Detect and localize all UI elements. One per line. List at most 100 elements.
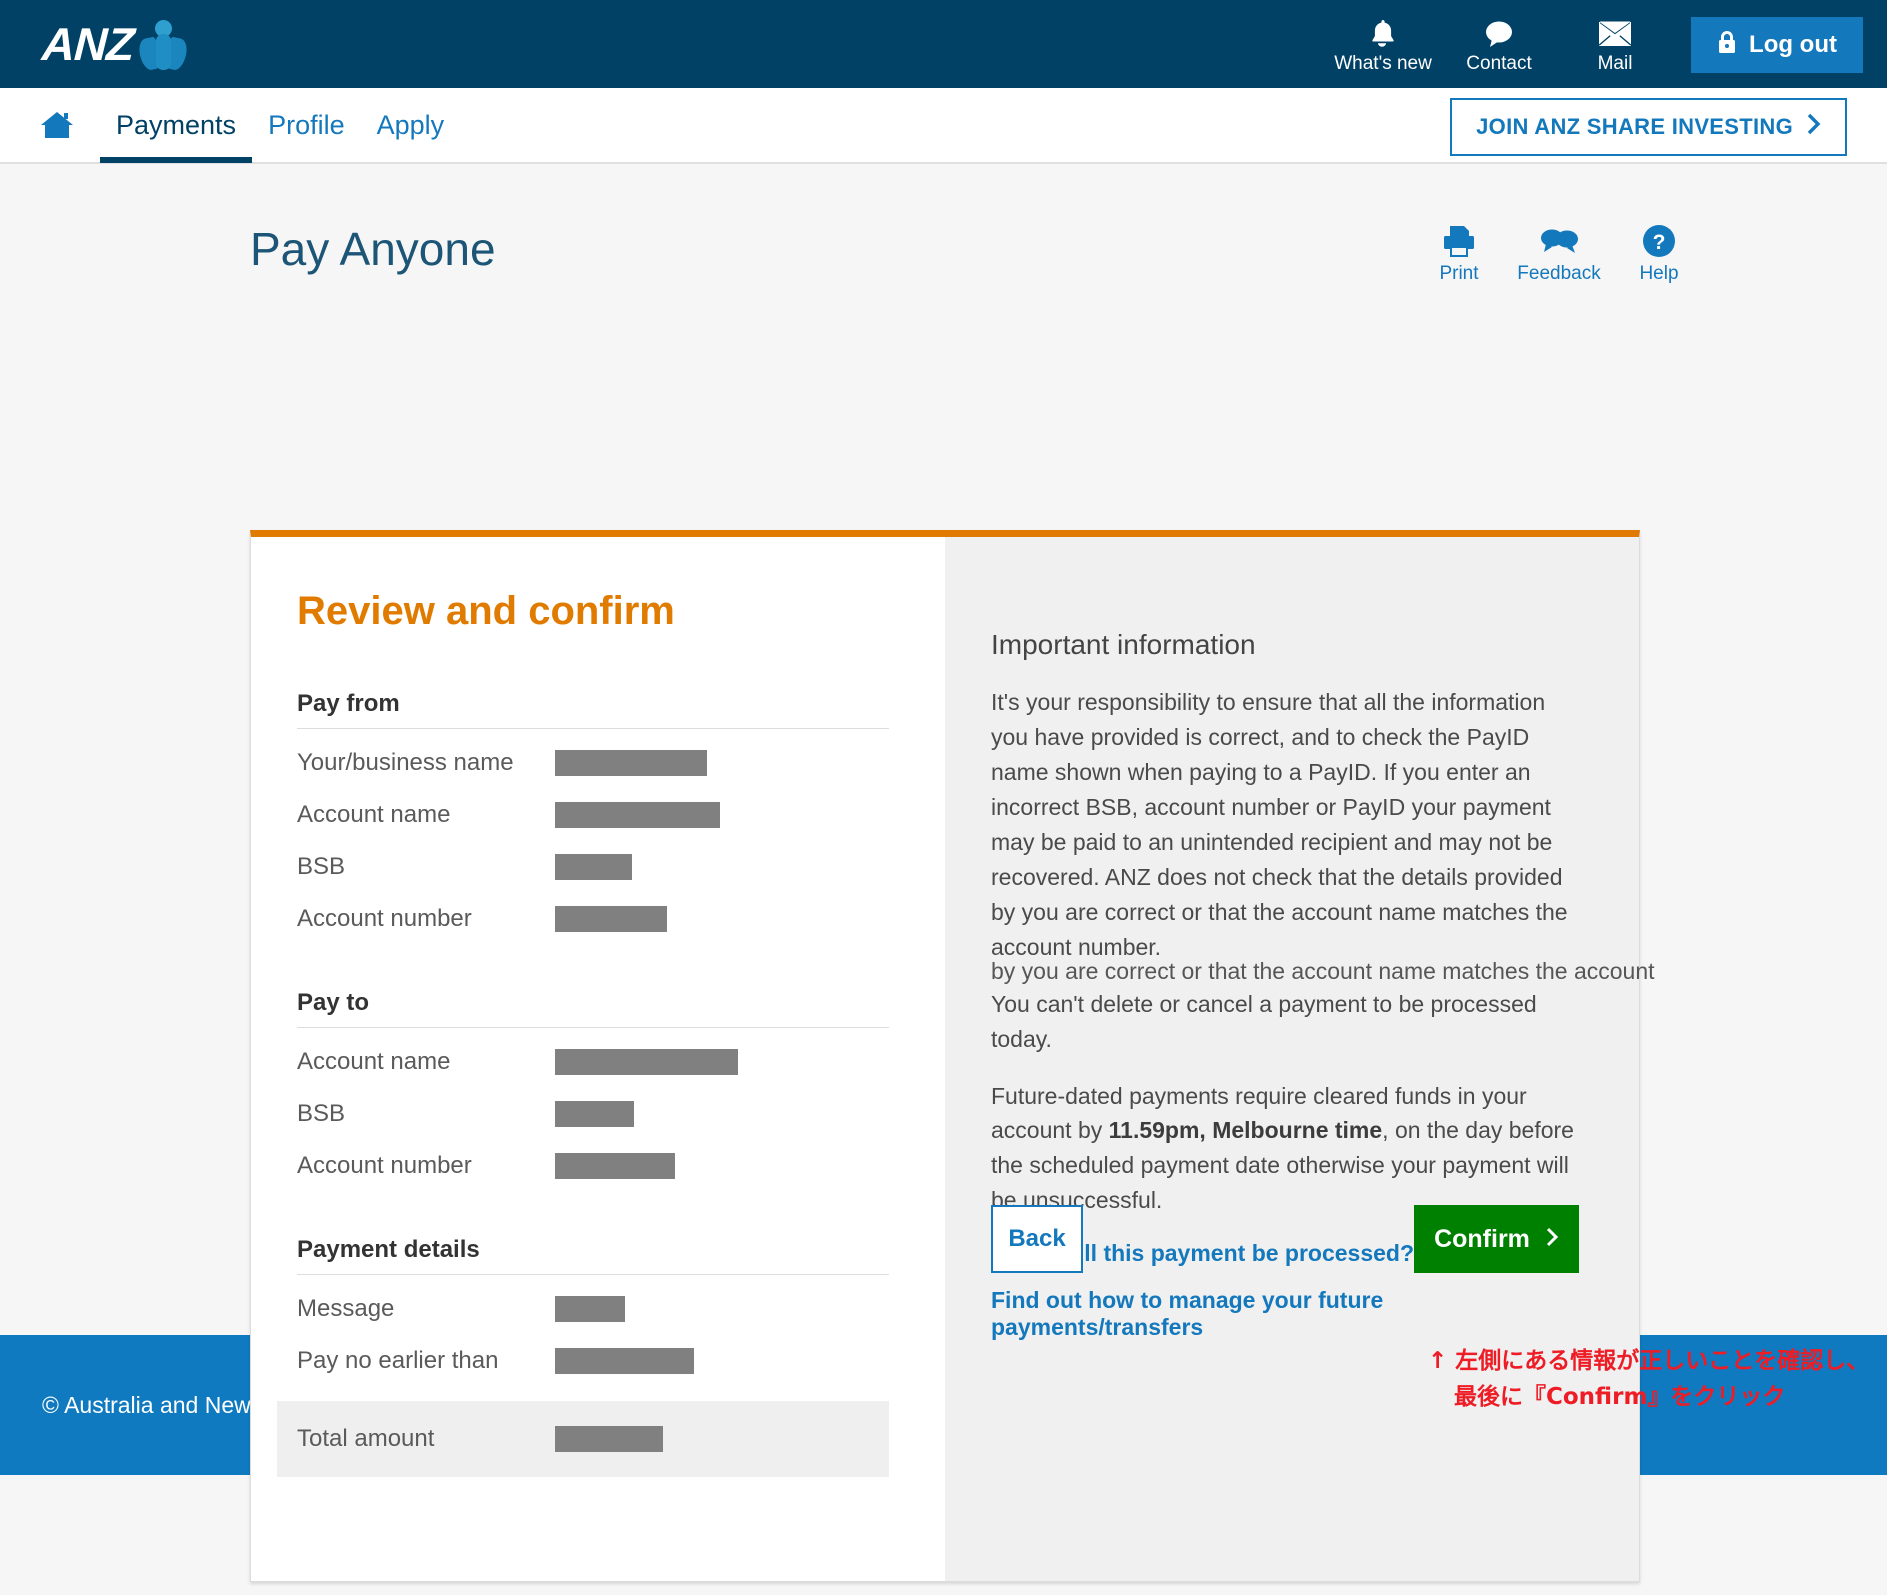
redacted-value	[555, 1426, 663, 1452]
join-anz-share-investing-button[interactable]: JOIN ANZ SHARE INVESTING	[1450, 98, 1847, 156]
annotation-line-1: ↑ 左側にある情報が正しいことを確認し、	[1428, 1348, 1870, 1374]
section-pay-to: Pay to Account name BSB Account number	[297, 989, 889, 1192]
confirm-button[interactable]: Confirm	[1414, 1205, 1579, 1273]
nav-links: Payments Profile Apply	[100, 87, 460, 163]
field-label: Your/business name	[297, 749, 514, 776]
field-label: Pay no earlier than	[297, 1347, 499, 1374]
print-label: Print	[1439, 263, 1479, 284]
section-title: Payment details	[297, 1236, 480, 1263]
annotation-line-2: 最後に『Confirm』をクリック	[1454, 1383, 1786, 1410]
redacted-value	[555, 750, 707, 776]
logout-label: Log out	[1749, 31, 1837, 58]
printer-icon	[1441, 222, 1477, 260]
chevron-right-icon	[1807, 113, 1821, 141]
redacted-value	[555, 1049, 738, 1075]
field-label: BSB	[297, 853, 346, 880]
logout-button[interactable]: Log out	[1691, 17, 1863, 73]
review-and-confirm-card: Review and confirm Pay from Your/busines…	[250, 530, 1655, 1582]
svg-text:?: ?	[1653, 231, 1666, 254]
field-label: Account number	[297, 905, 472, 932]
card-left-panel: Review and confirm Pay from Your/busines…	[251, 537, 945, 1581]
feedback-action[interactable]: Feedback	[1517, 222, 1601, 285]
bell-icon	[1370, 17, 1396, 51]
field-label: Account name	[297, 801, 451, 828]
field-row-payee-account-number: Account number	[297, 1140, 889, 1192]
important-information-heading: Important information	[991, 629, 1256, 660]
question-circle-icon: ?	[1642, 222, 1676, 260]
print-action[interactable]: Print	[1431, 222, 1487, 285]
section-pay-from: Pay from Your/business name Account name…	[297, 690, 889, 945]
nav-link-payments-label: Payments	[116, 109, 237, 140]
contact-link[interactable]: Contact	[1441, 13, 1557, 75]
anz-logo-text: ANZ	[40, 18, 135, 70]
chevron-right-icon	[1546, 1225, 1559, 1254]
field-row-bsb: BSB	[297, 841, 889, 893]
lock-icon	[1717, 30, 1737, 61]
field-row-pay-no-earlier-than: Pay no earlier than	[297, 1335, 889, 1387]
important-information-paragraph-2: You can't delete or cancel a payment to …	[991, 990, 1537, 1052]
field-row-payee-account-name: Account name	[297, 1036, 889, 1088]
main-navigation-bar: Payments Profile Apply JOIN ANZ SHARE IN…	[0, 88, 1887, 164]
card-right-panel: Important information It's your responsi…	[945, 537, 1655, 1581]
anz-logo[interactable]: ANZ	[40, 18, 189, 72]
japanese-annotation: ↑ 左側にある情報が正しいことを確認し、 最後に『Confirm』をクリック	[1428, 1344, 1887, 1415]
join-button-label: JOIN ANZ SHARE INVESTING	[1476, 114, 1793, 139]
paragraph-bold-time: 11.59pm, Melbourne time	[1108, 1117, 1383, 1144]
section-divider	[297, 728, 889, 729]
redacted-value	[555, 854, 632, 880]
paragraph-text: It's your responsibility to ensure that …	[991, 689, 1568, 960]
field-label: BSB	[297, 1100, 346, 1127]
page-body: Pay Anyone Print Feedback ? Help Review …	[0, 164, 1887, 1582]
field-label: Account number	[297, 1152, 472, 1179]
section-divider	[297, 1027, 889, 1028]
field-row-total-amount: Total amount	[277, 1401, 889, 1477]
mail-label: Mail	[1597, 53, 1633, 74]
nav-link-apply[interactable]: Apply	[361, 87, 461, 163]
redacted-value	[555, 1348, 694, 1374]
whats-new-link[interactable]: What's new	[1325, 13, 1441, 75]
home-icon[interactable]	[40, 110, 74, 140]
top-header-actions: What's new Contact Mail Log out	[1325, 13, 1887, 75]
page-title: Pay Anyone	[250, 223, 496, 275]
confirm-label: Confirm	[1434, 1224, 1530, 1253]
section-payment-details: Payment details Message Pay no earlier t…	[277, 1236, 889, 1477]
envelope-icon	[1598, 17, 1632, 51]
field-label: Account name	[297, 1048, 451, 1075]
redacted-value	[555, 802, 720, 828]
card-heading: Review and confirm	[297, 589, 675, 633]
nav-link-apply-label: Apply	[376, 109, 445, 140]
card-action-buttons: Back Confirm	[991, 1205, 1579, 1273]
field-row-account-name: Account name	[297, 789, 889, 841]
redacted-value	[555, 906, 667, 932]
section-title: Pay from	[297, 690, 400, 717]
field-row-your-business-name: Your/business name	[297, 737, 889, 789]
link-manage-future-payments[interactable]: Find out how to manage your future payme…	[991, 1287, 1579, 1341]
redacted-value	[555, 1296, 625, 1322]
whats-new-label: What's new	[1334, 53, 1432, 74]
help-action[interactable]: ? Help	[1631, 222, 1687, 285]
help-label: Help	[1639, 263, 1679, 284]
section-divider	[297, 1274, 889, 1275]
nav-link-payments[interactable]: Payments	[100, 87, 253, 163]
contact-label: Contact	[1466, 53, 1532, 74]
field-label: Message	[297, 1295, 395, 1322]
page-header: Pay Anyone Print Feedback ? Help	[0, 164, 1887, 304]
field-row-account-number: Account number	[297, 893, 889, 945]
overlapping-ghost-line: by you are correct or that the account n…	[991, 957, 1655, 984]
important-information-paragraph-3: Future-dated payments require cleared fu…	[991, 1079, 1579, 1219]
redacted-value	[555, 1153, 675, 1179]
nav-link-profile[interactable]: Profile	[252, 87, 361, 163]
field-label: Total amount	[297, 1425, 435, 1452]
section-title: Pay to	[297, 989, 370, 1016]
feedback-label: Feedback	[1517, 263, 1601, 284]
nav-link-profile-label: Profile	[268, 109, 345, 140]
redacted-value	[555, 1101, 634, 1127]
page-tools: Print Feedback ? Help	[1431, 222, 1687, 285]
back-button[interactable]: Back	[991, 1205, 1083, 1273]
field-row-payee-bsb: BSB	[297, 1088, 889, 1140]
field-row-message: Message	[297, 1283, 889, 1335]
important-information-paragraph-1: It's your responsibility to ensure that …	[991, 685, 1655, 984]
mail-link[interactable]: Mail	[1557, 13, 1673, 75]
